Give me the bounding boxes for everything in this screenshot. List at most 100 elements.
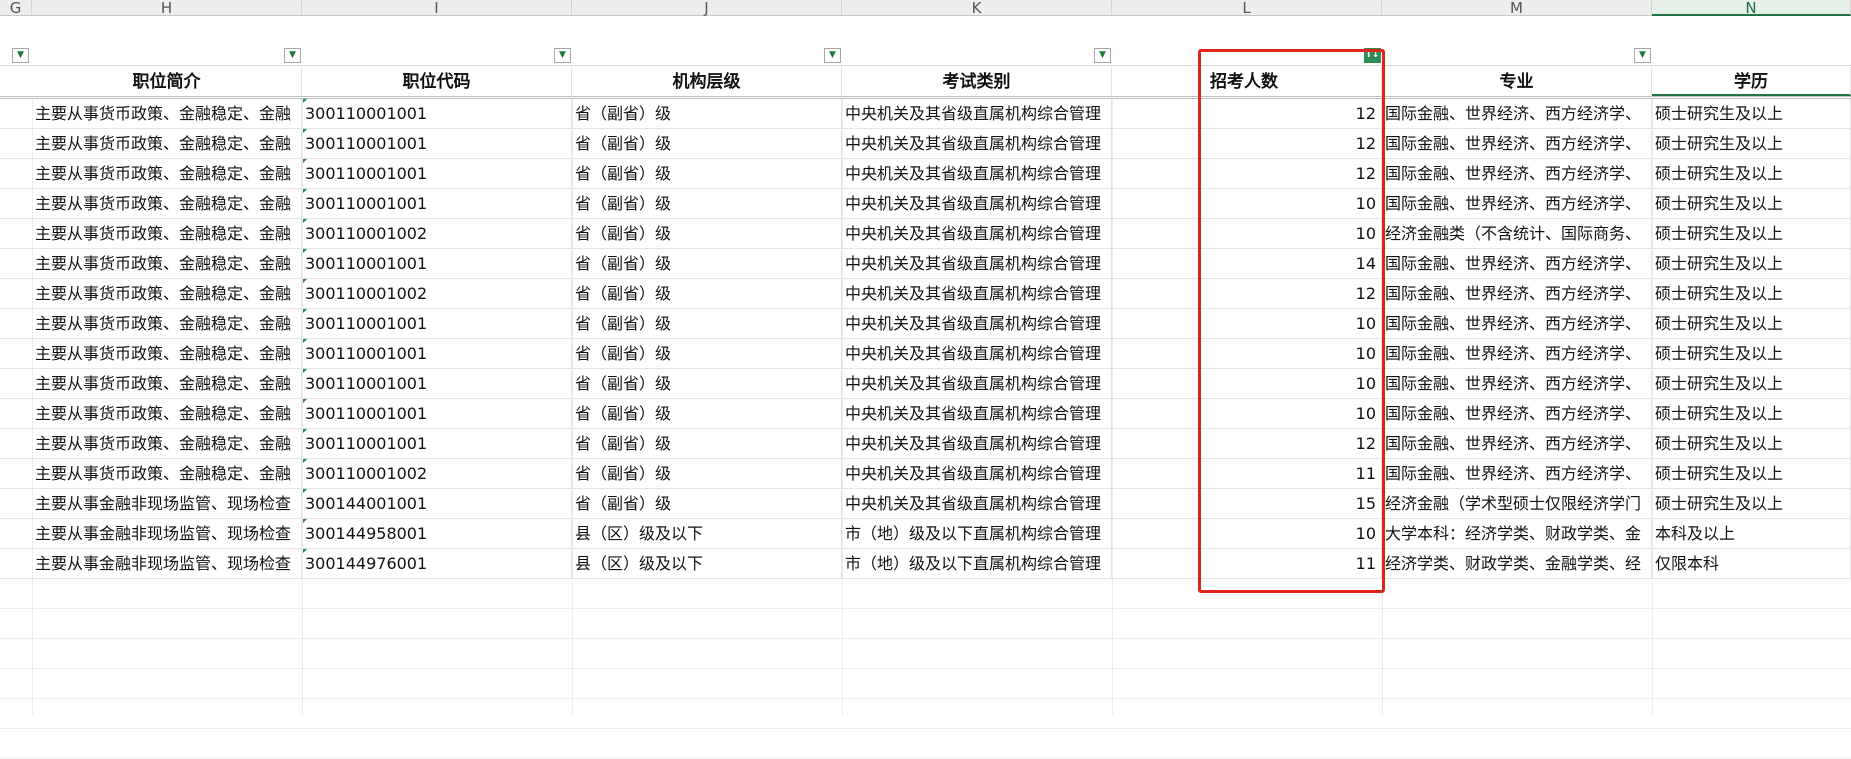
cell-headcount[interactable]: 12 [1112, 99, 1382, 128]
empty-row[interactable] [0, 609, 1851, 639]
cell-org-level[interactable]: 省（副省）级 [572, 459, 842, 488]
cell-education[interactable]: 硕士研究生及以上 [1652, 339, 1851, 368]
cell-org-level[interactable]: 省（副省）级 [572, 309, 842, 338]
column-header-i[interactable]: I [302, 0, 572, 16]
cell-major[interactable]: 国际金融、世界经济、西方经济学、 [1382, 129, 1652, 158]
cell-education[interactable]: 硕士研究生及以上 [1652, 249, 1851, 278]
cell-org-level[interactable]: 省（副省）级 [572, 189, 842, 218]
cell-education[interactable]: 硕士研究生及以上 [1652, 489, 1851, 518]
cell-job-description[interactable]: 主要从事货币政策、金融稳定、金融 [32, 279, 302, 308]
cell-headcount[interactable]: 12 [1112, 159, 1382, 188]
cell-job-code[interactable]: 300110001001 [302, 99, 572, 128]
cell-exam-type[interactable]: 市（地）级及以下直属机构综合管理 [842, 549, 1112, 578]
cell-job-description[interactable]: 主要从事金融非现场监管、现场检查 [32, 549, 302, 578]
table-row[interactable]: 主要从事货币政策、金融稳定、金融 300110001001 省（副省）级 中央机关及其… [0, 249, 1851, 279]
table-row[interactable]: 主要从事货币政策、金融稳定、金融 300110001001 省（副省）级 中央机关及其… [0, 369, 1851, 399]
table-row[interactable]: 主要从事货币政策、金融稳定、金融 300110001002 省（副省）级 中央机关及其… [0, 459, 1851, 489]
cell-major[interactable]: 经济金融（学术型硕士仅限经济学门 [1382, 489, 1652, 518]
cell-education[interactable]: 硕士研究生及以上 [1652, 399, 1851, 428]
cell-job-description[interactable]: 主要从事货币政策、金融稳定、金融 [32, 189, 302, 218]
filter-dropdown-icon[interactable]: ▼ [12, 48, 29, 63]
cell-job-code[interactable]: 300110001001 [302, 189, 572, 218]
column-header-h[interactable]: H [32, 0, 302, 16]
table-row[interactable]: 主要从事货币政策、金融稳定、金融 300110001001 省（副省）级 中央机关及其… [0, 189, 1851, 219]
cell-education[interactable]: 硕士研究生及以上 [1652, 129, 1851, 158]
table-row[interactable]: 主要从事金融非现场监管、现场检查 300144976001 县（区）级及以下 市（地）… [0, 549, 1851, 579]
cell-education[interactable]: 硕士研究生及以上 [1652, 429, 1851, 458]
cell-job-code[interactable]: 300110001002 [302, 279, 572, 308]
cell-job-code[interactable]: 300110001002 [302, 219, 572, 248]
cell-exam-type[interactable]: 中央机关及其省级直属机构综合管理 [842, 189, 1112, 218]
cell-exam-type[interactable]: 中央机关及其省级直属机构综合管理 [842, 369, 1112, 398]
cell-job-description[interactable]: 主要从事货币政策、金融稳定、金融 [32, 249, 302, 278]
cell-job-code[interactable]: 300110001001 [302, 399, 572, 428]
table-row[interactable]: 主要从事货币政策、金融稳定、金融 300110001002 省（副省）级 中央机关及其… [0, 219, 1851, 249]
cell-education[interactable]: 硕士研究生及以上 [1652, 459, 1851, 488]
cell-org-level[interactable]: 县（区）级及以下 [572, 519, 842, 548]
filter-dropdown-icon[interactable]: ▼ [554, 48, 571, 63]
cell-headcount[interactable]: 10 [1112, 189, 1382, 218]
empty-row[interactable] [0, 639, 1851, 669]
cell-org-level[interactable]: 县（区）级及以下 [572, 549, 842, 578]
cell-job-code[interactable]: 300110001001 [302, 429, 572, 458]
cell-job-code[interactable]: 300110001001 [302, 309, 572, 338]
cell-headcount[interactable]: 10 [1112, 219, 1382, 248]
cell-exam-type[interactable]: 中央机关及其省级直属机构综合管理 [842, 249, 1112, 278]
cell-job-description[interactable]: 主要从事货币政策、金融稳定、金融 [32, 459, 302, 488]
cell-exam-type[interactable]: 市（地）级及以下直属机构综合管理 [842, 519, 1112, 548]
cell-headcount[interactable]: 14 [1112, 249, 1382, 278]
cell-exam-type[interactable]: 中央机关及其省级直属机构综合管理 [842, 339, 1112, 368]
column-header-k[interactable]: K [842, 0, 1112, 16]
column-header-m[interactable]: M [1382, 0, 1652, 16]
header-education[interactable]: 学历 [1652, 67, 1851, 96]
table-row[interactable]: 主要从事货币政策、金融稳定、金融 300110001001 省（副省）级 中央机关及其… [0, 309, 1851, 339]
cell-major[interactable]: 国际金融、世界经济、西方经济学、 [1382, 279, 1652, 308]
header-job-code[interactable]: 职位代码 [302, 67, 572, 96]
cell-education[interactable]: 硕士研究生及以上 [1652, 369, 1851, 398]
cell-exam-type[interactable]: 中央机关及其省级直属机构综合管理 [842, 309, 1112, 338]
header-major[interactable]: 专业 [1382, 67, 1652, 96]
spreadsheet[interactable]: G H I J K L M N ▼ ▼ ▼ ▼ ▼ T↓ ▼ 职位简介 职位代码… [0, 0, 1851, 759]
cell-job-code[interactable]: 300110001001 [302, 129, 572, 158]
column-header-j[interactable]: J [572, 0, 842, 16]
table-row[interactable]: 主要从事货币政策、金融稳定、金融 300110001001 省（副省）级 中央机关及其… [0, 99, 1851, 129]
cell-job-description[interactable]: 主要从事货币政策、金融稳定、金融 [32, 219, 302, 248]
cell-headcount[interactable]: 12 [1112, 429, 1382, 458]
cell-job-code[interactable]: 300110001001 [302, 249, 572, 278]
cell-job-code[interactable]: 300110001001 [302, 369, 572, 398]
cell-job-description[interactable]: 主要从事货币政策、金融稳定、金融 [32, 309, 302, 338]
column-header-g[interactable]: G [0, 0, 32, 16]
cell-job-description[interactable]: 主要从事货币政策、金融稳定、金融 [32, 339, 302, 368]
cell-headcount[interactable]: 12 [1112, 129, 1382, 158]
cell-major[interactable]: 国际金融、世界经济、西方经济学、 [1382, 309, 1652, 338]
cell-exam-type[interactable]: 中央机关及其省级直属机构综合管理 [842, 129, 1112, 158]
cell-job-description[interactable]: 主要从事金融非现场监管、现场检查 [32, 519, 302, 548]
cell-org-level[interactable]: 省（副省）级 [572, 129, 842, 158]
cell-headcount[interactable]: 11 [1112, 549, 1382, 578]
cell-headcount[interactable]: 10 [1112, 519, 1382, 548]
cell-org-level[interactable]: 省（副省）级 [572, 399, 842, 428]
column-header-n[interactable]: N [1652, 0, 1851, 16]
cell-major[interactable]: 国际金融、世界经济、西方经济学、 [1382, 459, 1652, 488]
cell-major[interactable]: 国际金融、世界经济、西方经济学、 [1382, 399, 1652, 428]
cell-major[interactable]: 国际金融、世界经济、西方经济学、 [1382, 99, 1652, 128]
cell-job-description[interactable]: 主要从事货币政策、金融稳定、金融 [32, 159, 302, 188]
cell-org-level[interactable]: 省（副省）级 [572, 219, 842, 248]
empty-row[interactable] [0, 579, 1851, 609]
cell-job-code[interactable]: 300144001001 [302, 489, 572, 518]
cell-job-code[interactable]: 300144976001 [302, 549, 572, 578]
table-row[interactable]: 主要从事货币政策、金融稳定、金融 300110001002 省（副省）级 中央机关及其… [0, 279, 1851, 309]
cell-exam-type[interactable]: 中央机关及其省级直属机构综合管理 [842, 159, 1112, 188]
table-row[interactable]: 主要从事金融非现场监管、现场检查 300144958001 县（区）级及以下 市（地）… [0, 519, 1851, 549]
header-exam-type[interactable]: 考试类别 [842, 67, 1112, 96]
cell-education[interactable]: 硕士研究生及以上 [1652, 189, 1851, 218]
cell-headcount[interactable]: 11 [1112, 459, 1382, 488]
cell-education[interactable]: 硕士研究生及以上 [1652, 279, 1851, 308]
empty-row[interactable] [0, 699, 1851, 729]
header-org-level[interactable]: 机构层级 [572, 67, 842, 96]
cell-job-code[interactable]: 300110001001 [302, 339, 572, 368]
cell-exam-type[interactable]: 中央机关及其省级直属机构综合管理 [842, 489, 1112, 518]
cell-exam-type[interactable]: 中央机关及其省级直属机构综合管理 [842, 99, 1112, 128]
table-row[interactable]: 主要从事货币政策、金融稳定、金融 300110001001 省（副省）级 中央机关及其… [0, 339, 1851, 369]
cell-exam-type[interactable]: 中央机关及其省级直属机构综合管理 [842, 279, 1112, 308]
